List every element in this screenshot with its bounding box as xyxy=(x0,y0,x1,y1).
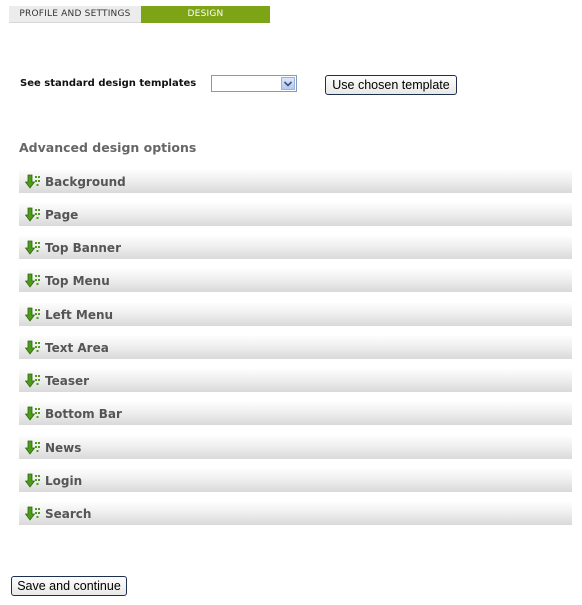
option-label: Login xyxy=(45,473,83,488)
option-label: Text Area xyxy=(45,340,109,355)
use-template-button[interactable]: Use chosen template xyxy=(325,75,457,95)
expand-down-arrow-icon xyxy=(25,307,40,322)
option-label: Page xyxy=(45,207,79,222)
tab-design[interactable]: DESIGN xyxy=(141,6,270,23)
option-page[interactable]: Page xyxy=(19,203,572,226)
expand-down-arrow-icon xyxy=(25,240,40,255)
option-label: Teaser xyxy=(45,373,90,388)
option-label: Background xyxy=(45,174,126,189)
option-login[interactable]: Login xyxy=(19,469,572,492)
option-label: Top Banner xyxy=(45,240,121,255)
tab-bar: PROFILE AND SETTINGS DESIGN xyxy=(9,6,270,23)
template-label: See standard design templates xyxy=(20,78,197,89)
option-background[interactable]: Background xyxy=(19,170,572,193)
option-top-menu[interactable]: Top Menu xyxy=(19,269,572,292)
option-search[interactable]: Search xyxy=(19,502,572,525)
chevron-down-icon[interactable] xyxy=(281,77,295,90)
template-select[interactable] xyxy=(211,75,297,92)
save-and-continue-button[interactable]: Save and continue xyxy=(11,576,127,596)
expand-down-arrow-icon xyxy=(25,340,40,355)
option-label: News xyxy=(45,440,82,455)
option-label: Bottom Bar xyxy=(45,406,122,421)
option-label: Left Menu xyxy=(45,307,114,322)
option-news[interactable]: News xyxy=(19,436,572,459)
advanced-options-heading: Advanced design options xyxy=(19,140,197,155)
option-teaser[interactable]: Teaser xyxy=(19,369,572,392)
expand-down-arrow-icon xyxy=(25,473,40,488)
option-label: Search xyxy=(45,506,92,521)
option-bottom-bar[interactable]: Bottom Bar xyxy=(19,402,572,425)
expand-down-arrow-icon xyxy=(25,440,40,455)
expand-down-arrow-icon xyxy=(25,373,40,388)
option-top-banner[interactable]: Top Banner xyxy=(19,236,572,259)
option-text-area[interactable]: Text Area xyxy=(19,336,572,359)
expand-down-arrow-icon xyxy=(25,174,40,189)
expand-down-arrow-icon xyxy=(25,273,40,288)
tab-profile-and-settings[interactable]: PROFILE AND SETTINGS xyxy=(9,6,141,23)
expand-down-arrow-icon xyxy=(25,506,40,521)
option-left-menu[interactable]: Left Menu xyxy=(19,303,572,326)
expand-down-arrow-icon xyxy=(25,406,40,421)
expand-down-arrow-icon xyxy=(25,207,40,222)
option-label: Top Menu xyxy=(45,273,110,288)
